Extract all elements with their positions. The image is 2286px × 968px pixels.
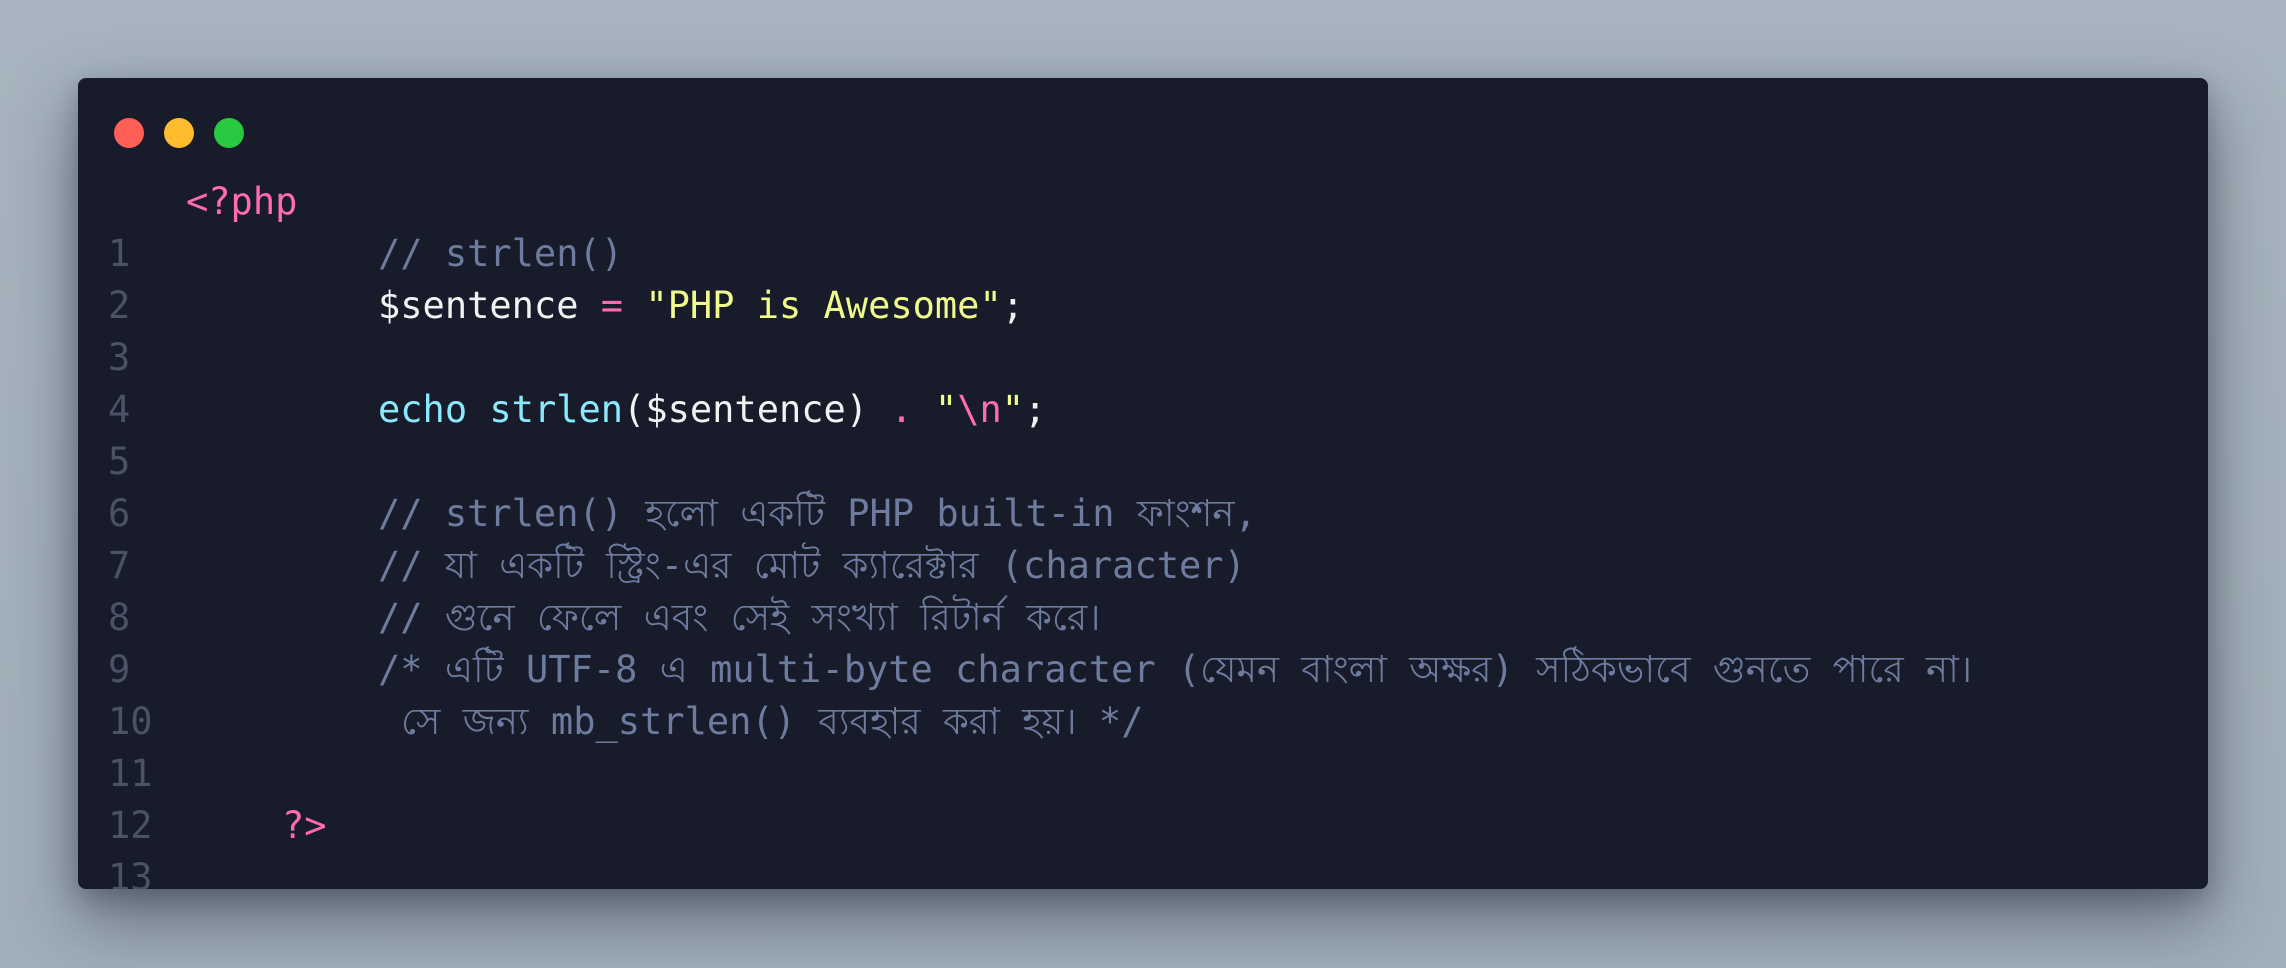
comment: // strlen() xyxy=(378,232,624,275)
comment: সে জন্য mb_strlen() ব্যবহার করা হয়। */ xyxy=(401,700,1144,743)
echo-keyword: echo xyxy=(378,388,468,431)
function-args: ($sentence) xyxy=(623,388,869,431)
maximize-window-button[interactable] xyxy=(214,118,244,148)
string-literal: "PHP is Awesome" xyxy=(645,284,1002,327)
comment: // যা একটি স্ট্রিং-এর মোট ক্যারেক্টার (c… xyxy=(378,544,1246,587)
code-line-9: 9 // গুনে ফেলে এবং সেই সংখ্যা রিটার্ন কর… xyxy=(78,592,2208,691)
function-name: strlen xyxy=(489,388,624,431)
semicolon: ; xyxy=(1024,388,1047,431)
assign-operator: = xyxy=(578,284,646,327)
php-close-tag: ?> xyxy=(282,804,327,847)
line-number: 13 xyxy=(108,856,153,889)
minimize-window-button[interactable] xyxy=(164,118,194,148)
comment: /* এটি UTF-8 এ multi-byte character (যেম… xyxy=(378,648,1973,691)
code-line-12: 12 xyxy=(78,748,2208,847)
php-open-tag: <?php xyxy=(186,180,298,223)
close-window-button[interactable] xyxy=(114,118,144,148)
code-line-8: 8 // যা একটি স্ট্রিং-এর মোট ক্যারেক্টার … xyxy=(78,540,2208,639)
code-line-5: 5 echo strlen($sentence) . "\n"; xyxy=(78,384,2208,483)
code-line-11: 11 সে জন্য mb_strlen() ব্যবহার করা হয়। … xyxy=(78,696,2208,795)
comment: // strlen() হলো একটি PHP built-in ফাংশন, xyxy=(378,492,1257,535)
code-line-2: 2 // strlen() xyxy=(78,228,2208,327)
escape-sequence: \n xyxy=(957,388,1002,431)
code-editor[interactable]: 1 <?php 2 // strlen() 3 $sentence = "PHP… xyxy=(78,176,2208,889)
code-line-13: 13 ?> xyxy=(78,800,2208,889)
variable: $sentence xyxy=(378,284,579,327)
code-line-4: 4 xyxy=(78,332,2208,431)
code-line-6: 6 xyxy=(78,436,2208,535)
window-controls xyxy=(114,118,244,148)
comment: // গুনে ফেলে এবং সেই সংখ্যা রিটার্ন করে। xyxy=(378,596,1101,639)
code-line-1: 1 <?php xyxy=(78,176,2208,275)
concat-operator: . xyxy=(868,388,935,431)
semicolon: ; xyxy=(1001,284,1025,327)
code-window: 1 <?php 2 // strlen() 3 $sentence = "PHP… xyxy=(78,78,2208,889)
code-line-7: 7 // strlen() হলো একটি PHP built-in ফাংশ… xyxy=(78,488,2208,587)
code-line-3: 3 $sentence = "PHP is Awesome"; xyxy=(78,280,2208,379)
code-line-10: 10 /* এটি UTF-8 এ multi-byte character (… xyxy=(78,644,2208,743)
